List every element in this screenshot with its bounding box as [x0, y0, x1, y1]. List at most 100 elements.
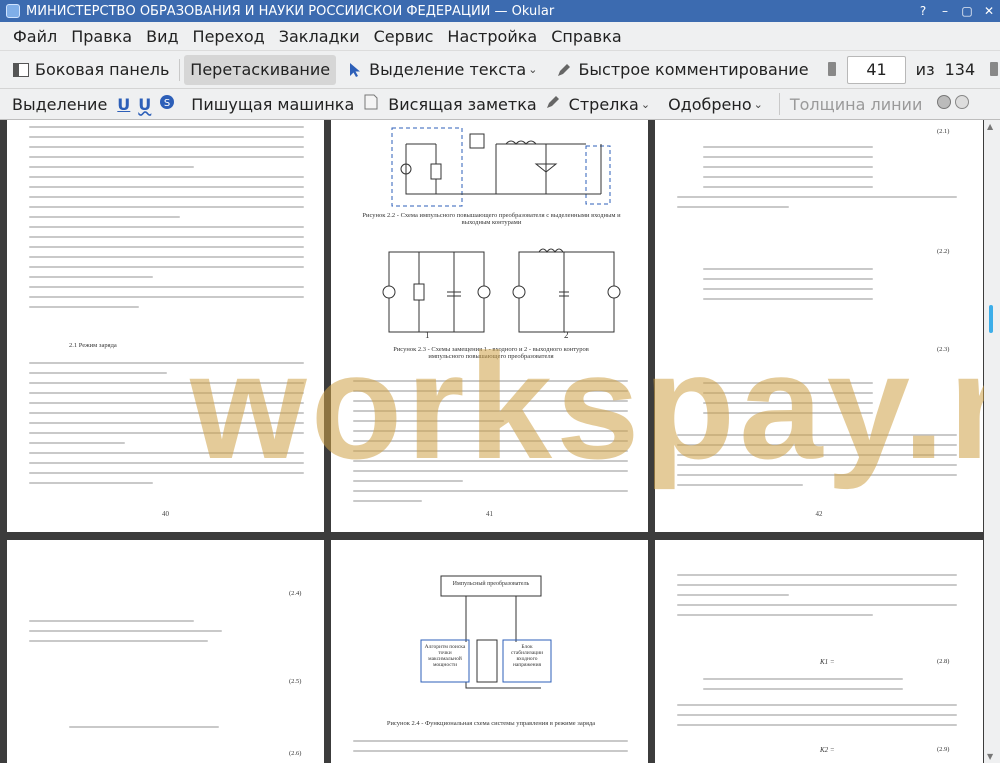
text-line	[677, 474, 957, 476]
menu-view[interactable]: Вид	[139, 27, 185, 46]
figure-caption: Рисунок 2.3 - Схемы замещения 1 - входно…	[393, 346, 589, 360]
minimize-icon[interactable]: –	[934, 0, 956, 22]
text-line	[29, 236, 304, 238]
equivalent-circuit-diagram	[382, 248, 621, 333]
highlight-button[interactable]: Выделение	[6, 89, 113, 119]
text-line	[353, 380, 628, 382]
page-icon	[827, 61, 838, 79]
text-line	[703, 382, 873, 384]
strikeout-icon[interactable]: S	[159, 94, 175, 114]
text-line	[29, 166, 194, 168]
text-line	[677, 464, 957, 466]
text-line	[29, 640, 208, 642]
sticky-note-button[interactable]: Висящая заметка	[382, 89, 542, 119]
drag-mode-button[interactable]: Перетаскивание	[184, 54, 337, 85]
chevron-down-icon[interactable]: ⌄	[641, 98, 650, 111]
quick-comment-label: Быстрое комментирование	[578, 60, 809, 79]
typewriter-label: Пишущая машинка	[191, 94, 355, 114]
menu-bookmarks[interactable]: Закладки	[272, 27, 367, 46]
document-page-44: Импульсный преобразователь Алгоритм поис…	[331, 540, 648, 763]
text-line	[29, 620, 194, 622]
chevron-down-icon[interactable]: ⌄	[528, 63, 537, 76]
text-line	[703, 412, 873, 414]
stamp-button[interactable]: Одобрено ⌄	[662, 89, 775, 119]
menu-go[interactable]: Переход	[186, 27, 272, 46]
sidebar-label: Боковая панель	[35, 60, 170, 79]
circuit-label-1: 1	[425, 330, 430, 340]
text-line	[677, 594, 789, 596]
text-line	[29, 276, 153, 278]
typewriter-button[interactable]: Пишущая машинка	[185, 89, 360, 119]
text-line	[29, 392, 304, 394]
text-line	[353, 390, 628, 392]
text-line	[29, 296, 304, 298]
sidebar-button[interactable]: Боковая панель	[6, 55, 175, 85]
cursor-arrow-icon	[346, 61, 364, 79]
line-width-label: Толщина линии	[789, 94, 923, 114]
text-line	[703, 278, 873, 280]
menu-edit[interactable]: Правка	[64, 27, 139, 46]
arrow-button[interactable]: Стрелка ⌄	[563, 89, 662, 119]
block-label: Алгоритм поиска точки максимальной мощно…	[424, 644, 466, 668]
equation-number: (2.9)	[937, 746, 950, 753]
close-icon[interactable]: ✕	[978, 0, 1000, 22]
text-line	[29, 196, 304, 198]
toolbar-separator	[179, 58, 181, 81]
underline-icon[interactable]: U	[117, 95, 130, 114]
color-icon[interactable]	[936, 94, 952, 114]
page-total-label: 134	[944, 60, 976, 79]
text-line	[29, 462, 304, 464]
text-line	[69, 726, 219, 728]
text-line	[703, 146, 873, 148]
opacity-icon[interactable]	[954, 94, 970, 114]
text-line	[353, 480, 463, 482]
menu-settings[interactable]: Настройка	[440, 27, 544, 46]
text-select-button[interactable]: Выделение текста ⌄	[340, 55, 549, 85]
menu-help[interactable]: Справка	[544, 27, 629, 46]
drag-mode-label: Перетаскивание	[190, 60, 331, 79]
menu-file[interactable]: Файл	[6, 27, 64, 46]
text-line	[703, 402, 873, 404]
text-line	[353, 490, 628, 492]
page-number-label: 41	[486, 510, 493, 518]
sticky-note-label: Висящая заметка	[388, 94, 537, 114]
text-line	[703, 176, 873, 178]
annotation-toolbar: Выделение U U S Пишущая машинка Висящая …	[0, 88, 1000, 120]
document-view[interactable]: 2.1 Режим заряда 40 Рисунок 2.2 - Схема …	[0, 120, 1000, 763]
text-line	[29, 306, 139, 308]
text-line	[353, 420, 505, 422]
arrow-label: Стрелка	[568, 94, 639, 114]
scroll-down-icon[interactable]: ▼	[987, 752, 993, 761]
text-line	[29, 442, 126, 444]
chevron-down-icon[interactable]: ⌄	[754, 98, 763, 111]
block-label: Блок стабилизации входного напряжения	[510, 644, 544, 668]
text-line	[29, 186, 304, 188]
scroll-up-icon[interactable]: ▲	[987, 122, 993, 131]
text-line	[677, 196, 957, 198]
document-page-41: Рисунок 2.2 - Схема импульсного повышающ…	[331, 120, 648, 532]
help-icon[interactable]: ?	[912, 0, 934, 22]
text-line	[29, 472, 304, 474]
note-icon	[364, 94, 378, 114]
text-line	[29, 246, 304, 248]
text-line	[353, 400, 628, 402]
text-line	[29, 226, 304, 228]
text-line	[703, 268, 873, 270]
text-line	[29, 256, 304, 258]
main-toolbar: Боковая панель Перетаскивание Выделение …	[0, 50, 1000, 88]
scrollbar-thumb[interactable]	[989, 305, 993, 333]
formula-k2: K2 =	[820, 746, 835, 754]
squiggly-underline-icon[interactable]: U	[138, 95, 151, 114]
maximize-icon[interactable]: ▢	[956, 0, 978, 22]
text-line	[677, 484, 803, 486]
quick-comment-button[interactable]: Быстрое комментирование	[549, 55, 814, 85]
line-width-button[interactable]: Толщина линии	[784, 89, 929, 119]
text-line	[677, 604, 957, 606]
vertical-scrollbar[interactable]: ▲ ▼	[984, 120, 1000, 763]
page-number-label: 40	[162, 510, 169, 518]
menu-tools[interactable]: Сервис	[367, 27, 441, 46]
page-number-input[interactable]: 41	[847, 55, 906, 84]
text-line	[29, 216, 181, 218]
page-icon-right	[989, 61, 1000, 79]
text-line	[29, 206, 304, 208]
